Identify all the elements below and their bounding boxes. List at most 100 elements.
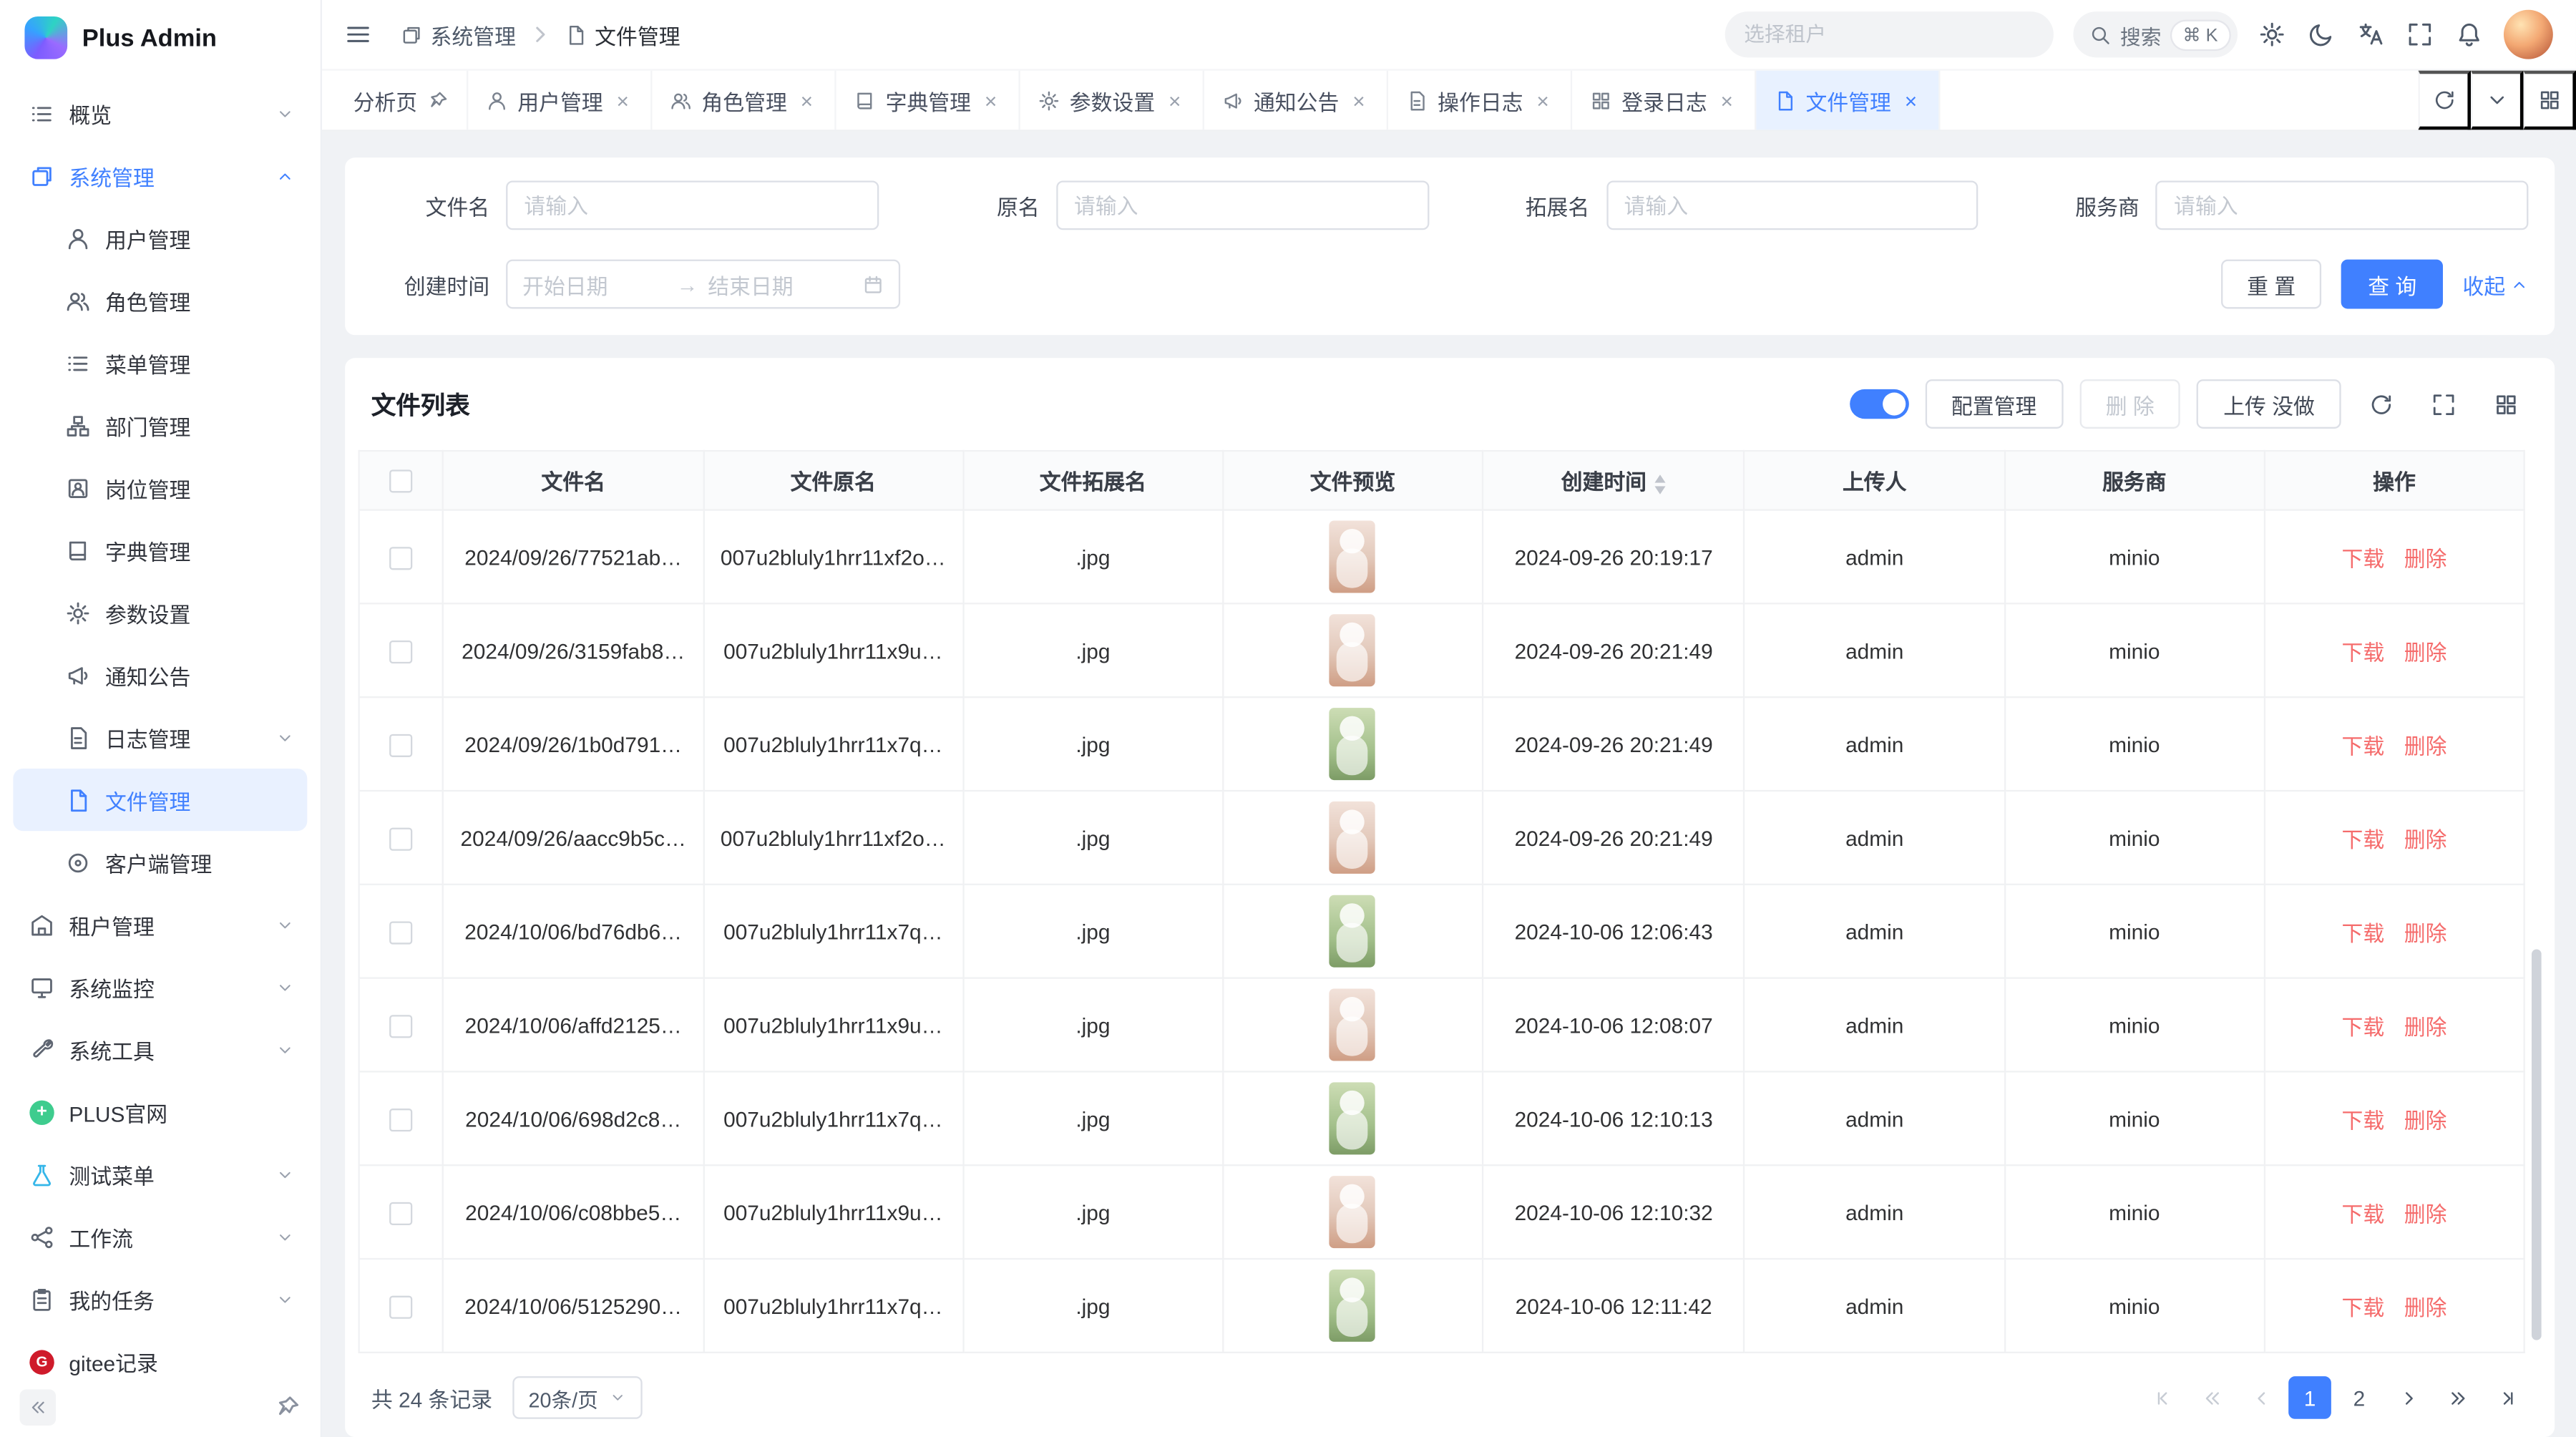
tenant-select-input[interactable]	[1724, 11, 2053, 57]
tab-parameter-settings[interactable]: 参数设置	[1020, 71, 1204, 130]
download-link[interactable]: 下载	[2342, 734, 2385, 758]
sort-desc-icon[interactable]	[1655, 485, 1667, 493]
page-2-button[interactable]: 2	[2338, 1376, 2381, 1419]
delete-link[interactable]: 删除	[2404, 734, 2447, 758]
file-preview-thumbnail[interactable]	[1330, 989, 1375, 1061]
row-checkbox[interactable]	[390, 734, 413, 756]
config-management-button[interactable]: 配置管理	[1925, 379, 2063, 429]
start-date-placeholder[interactable]: 开始日期	[522, 268, 667, 300]
first-page-button[interactable]	[2141, 1376, 2184, 1419]
file-preview-thumbnail[interactable]	[1330, 1176, 1375, 1248]
reset-button[interactable]: 重 置	[2220, 260, 2321, 309]
search-toggle-switch[interactable]	[1850, 389, 1909, 419]
sidebar-item-role-management[interactable]: 角色管理	[13, 269, 307, 331]
sidebar-item-system-monitor[interactable]: 系统监控	[13, 956, 307, 1018]
tab-user-management[interactable]: 用户管理	[468, 71, 652, 130]
download-link[interactable]: 下载	[2342, 1295, 2385, 1320]
page-size-select[interactable]: 20条/页	[512, 1376, 643, 1419]
settings-button[interactable]	[2258, 20, 2287, 49]
close-icon[interactable]	[1717, 90, 1737, 110]
page-1-button[interactable]: 1	[2288, 1376, 2331, 1419]
breadcrumb-item-system[interactable]: 系统管理	[401, 19, 516, 50]
refresh-tab-button[interactable]	[2419, 71, 2471, 130]
sidebar-item-dictionary-management[interactable]: 字典管理	[13, 519, 307, 581]
close-icon[interactable]	[1349, 90, 1369, 110]
close-icon[interactable]	[1533, 90, 1553, 110]
download-link[interactable]: 下载	[2342, 1108, 2385, 1132]
download-link[interactable]: 下载	[2342, 640, 2385, 664]
column-header-created-time[interactable]: 创建时间	[1483, 451, 1745, 510]
delete-link[interactable]: 删除	[2404, 546, 2447, 570]
download-link[interactable]: 下载	[2342, 920, 2385, 945]
download-link[interactable]: 下载	[2342, 1202, 2385, 1226]
sidebar-item-file-management[interactable]: 文件管理	[13, 769, 307, 831]
fullscreen-table-button[interactable]	[2420, 381, 2466, 427]
sidebar-item-parameter-settings[interactable]: 参数设置	[13, 581, 307, 643]
dark-mode-button[interactable]	[2306, 20, 2336, 49]
sidebar-item-post-management[interactable]: 岗位管理	[13, 457, 307, 519]
close-icon[interactable]	[1165, 90, 1185, 110]
refresh-list-button[interactable]	[2358, 381, 2404, 427]
hamburger-menu-icon[interactable]	[345, 21, 371, 48]
global-search-button[interactable]: 搜索 ⌘ K	[2072, 11, 2238, 57]
original-name-input[interactable]	[1056, 180, 1429, 230]
jump-forward-button[interactable]	[2436, 1376, 2479, 1419]
sidebar-item-log-management[interactable]: 日志管理	[13, 706, 307, 769]
close-icon[interactable]	[1901, 90, 1921, 110]
delete-button[interactable]: 删 除	[2079, 379, 2180, 429]
previous-page-button[interactable]	[2239, 1376, 2282, 1419]
row-checkbox[interactable]	[390, 827, 413, 850]
sidebar-item-tenant-management[interactable]: 租户管理	[13, 893, 307, 955]
collapse-filter-link[interactable]: 收起	[2463, 268, 2529, 300]
sidebar-item-system-management[interactable]: 系统管理	[13, 145, 307, 207]
tab-dictionary-management[interactable]: 字典管理	[836, 71, 1020, 130]
row-checkbox[interactable]	[390, 1295, 413, 1318]
sidebar-item-plus-website[interactable]: PLUS官网	[13, 1081, 307, 1143]
close-icon[interactable]	[613, 90, 633, 110]
language-button[interactable]	[2356, 20, 2385, 49]
fullscreen-button[interactable]	[2405, 20, 2434, 49]
user-avatar[interactable]	[2504, 10, 2553, 59]
sidebar-item-user-management[interactable]: 用户管理	[13, 207, 307, 269]
sidebar-item-test-menu[interactable]: 测试菜单	[13, 1143, 307, 1205]
notifications-button[interactable]	[2454, 20, 2484, 49]
row-checkbox[interactable]	[390, 921, 413, 944]
sidebar-item-client-management[interactable]: 客户端管理	[13, 831, 307, 893]
select-all-checkbox[interactable]	[390, 470, 413, 493]
layout-toggle-button[interactable]	[2524, 71, 2576, 130]
tab-role-management[interactable]: 角色管理	[653, 71, 836, 130]
last-page-button[interactable]	[2486, 1376, 2529, 1419]
row-checkbox[interactable]	[390, 547, 413, 570]
sidebar-collapse-button[interactable]	[20, 1389, 57, 1425]
delete-link[interactable]: 删除	[2404, 1108, 2447, 1132]
delete-link[interactable]: 删除	[2404, 1202, 2447, 1226]
tab-notice-announcement[interactable]: 通知公告	[1204, 71, 1388, 130]
tab-login-log[interactable]: 登录日志	[1572, 71, 1756, 130]
delete-link[interactable]: 删除	[2404, 1295, 2447, 1320]
download-link[interactable]: 下载	[2342, 827, 2385, 851]
upload-button[interactable]: 上传 没做	[2197, 379, 2341, 429]
sidebar-item-department-management[interactable]: 部门管理	[13, 394, 307, 457]
breadcrumb-item-file-management[interactable]: 文件管理	[565, 19, 680, 50]
tab-operation-log[interactable]: 操作日志	[1388, 71, 1572, 130]
delete-link[interactable]: 删除	[2404, 1014, 2447, 1038]
jump-back-button[interactable]	[2190, 1376, 2233, 1419]
tab-file-management[interactable]: 文件管理	[1757, 71, 1941, 130]
row-checkbox[interactable]	[390, 1015, 413, 1038]
query-button[interactable]: 查 询	[2341, 260, 2442, 309]
file-preview-thumbnail[interactable]	[1330, 1270, 1375, 1342]
delete-link[interactable]: 删除	[2404, 640, 2447, 664]
end-date-placeholder[interactable]: 结束日期	[708, 268, 852, 300]
next-page-button[interactable]	[2387, 1376, 2430, 1419]
provider-input[interactable]	[2156, 180, 2529, 230]
extension-input[interactable]	[1606, 180, 1979, 230]
sidebar-item-my-tasks[interactable]: 我的任务	[13, 1268, 307, 1330]
close-icon[interactable]	[797, 90, 817, 110]
sidebar-item-overview[interactable]: 概览	[13, 82, 307, 145]
download-link[interactable]: 下载	[2342, 546, 2385, 570]
sidebar-item-notice-announcement[interactable]: 通知公告	[13, 644, 307, 706]
sort-icons[interactable]	[1655, 474, 1667, 494]
sidebar-item-workflow[interactable]: 工作流	[13, 1205, 307, 1267]
delete-link[interactable]: 删除	[2404, 920, 2447, 945]
delete-link[interactable]: 删除	[2404, 827, 2447, 851]
